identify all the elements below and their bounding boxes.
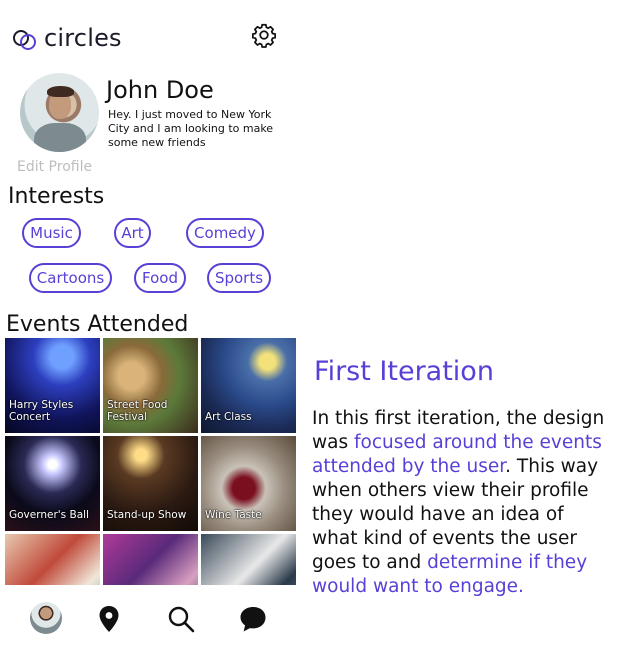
interest-chip-cartoons[interactable]: Cartoons bbox=[29, 263, 112, 293]
event-tile[interactable]: Harry Styles Concert bbox=[5, 338, 100, 433]
iteration-title: First Iteration bbox=[314, 356, 494, 387]
event-tile[interactable]: Art Class bbox=[201, 338, 296, 433]
interest-chip-comedy[interactable]: Comedy bbox=[186, 218, 264, 248]
user-bio: Hey. I just moved to New York City and I… bbox=[108, 108, 274, 149]
iteration-description: In this first iteration, the design was … bbox=[312, 407, 612, 599]
chat-bubble-icon[interactable] bbox=[236, 602, 270, 636]
map-pin-icon[interactable] bbox=[92, 602, 126, 636]
app-name: circles bbox=[44, 24, 122, 52]
interest-chip-sports[interactable]: Sports bbox=[207, 263, 271, 293]
search-icon[interactable] bbox=[164, 602, 198, 636]
events-grid: Harry Styles Concert Street Food Festiva… bbox=[5, 338, 297, 585]
gear-icon[interactable] bbox=[251, 22, 277, 48]
profile-avatar[interactable] bbox=[20, 73, 99, 152]
event-tile[interactable] bbox=[103, 534, 198, 585]
event-tile[interactable]: Stand-up Show bbox=[103, 436, 198, 531]
event-tile[interactable]: Wine Taste bbox=[201, 436, 296, 531]
user-name: John Doe bbox=[106, 76, 214, 104]
event-tile[interactable]: Street Food Festival bbox=[103, 338, 198, 433]
event-tile[interactable] bbox=[201, 534, 296, 585]
event-label: Governer's Ball bbox=[9, 509, 89, 521]
event-tile[interactable]: Governer's Ball bbox=[5, 436, 100, 531]
avatar-icon[interactable] bbox=[30, 602, 62, 634]
event-label: Stand-up Show bbox=[107, 509, 187, 521]
event-label: Wine Taste bbox=[205, 509, 262, 521]
edit-profile-link[interactable]: Edit Profile bbox=[17, 159, 92, 175]
interest-chip-music[interactable]: Music bbox=[22, 218, 81, 248]
circles-logo-icon bbox=[13, 30, 36, 50]
interests-heading: Interests bbox=[8, 184, 105, 209]
event-label: Harry Styles Concert bbox=[9, 399, 74, 423]
interest-chip-food[interactable]: Food bbox=[134, 263, 186, 293]
event-label: Street Food Festival bbox=[107, 399, 168, 423]
interest-chip-art[interactable]: Art bbox=[114, 218, 151, 248]
event-label: Art Class bbox=[205, 411, 252, 423]
events-heading: Events Attended bbox=[6, 312, 189, 337]
event-tile[interactable] bbox=[5, 534, 100, 585]
